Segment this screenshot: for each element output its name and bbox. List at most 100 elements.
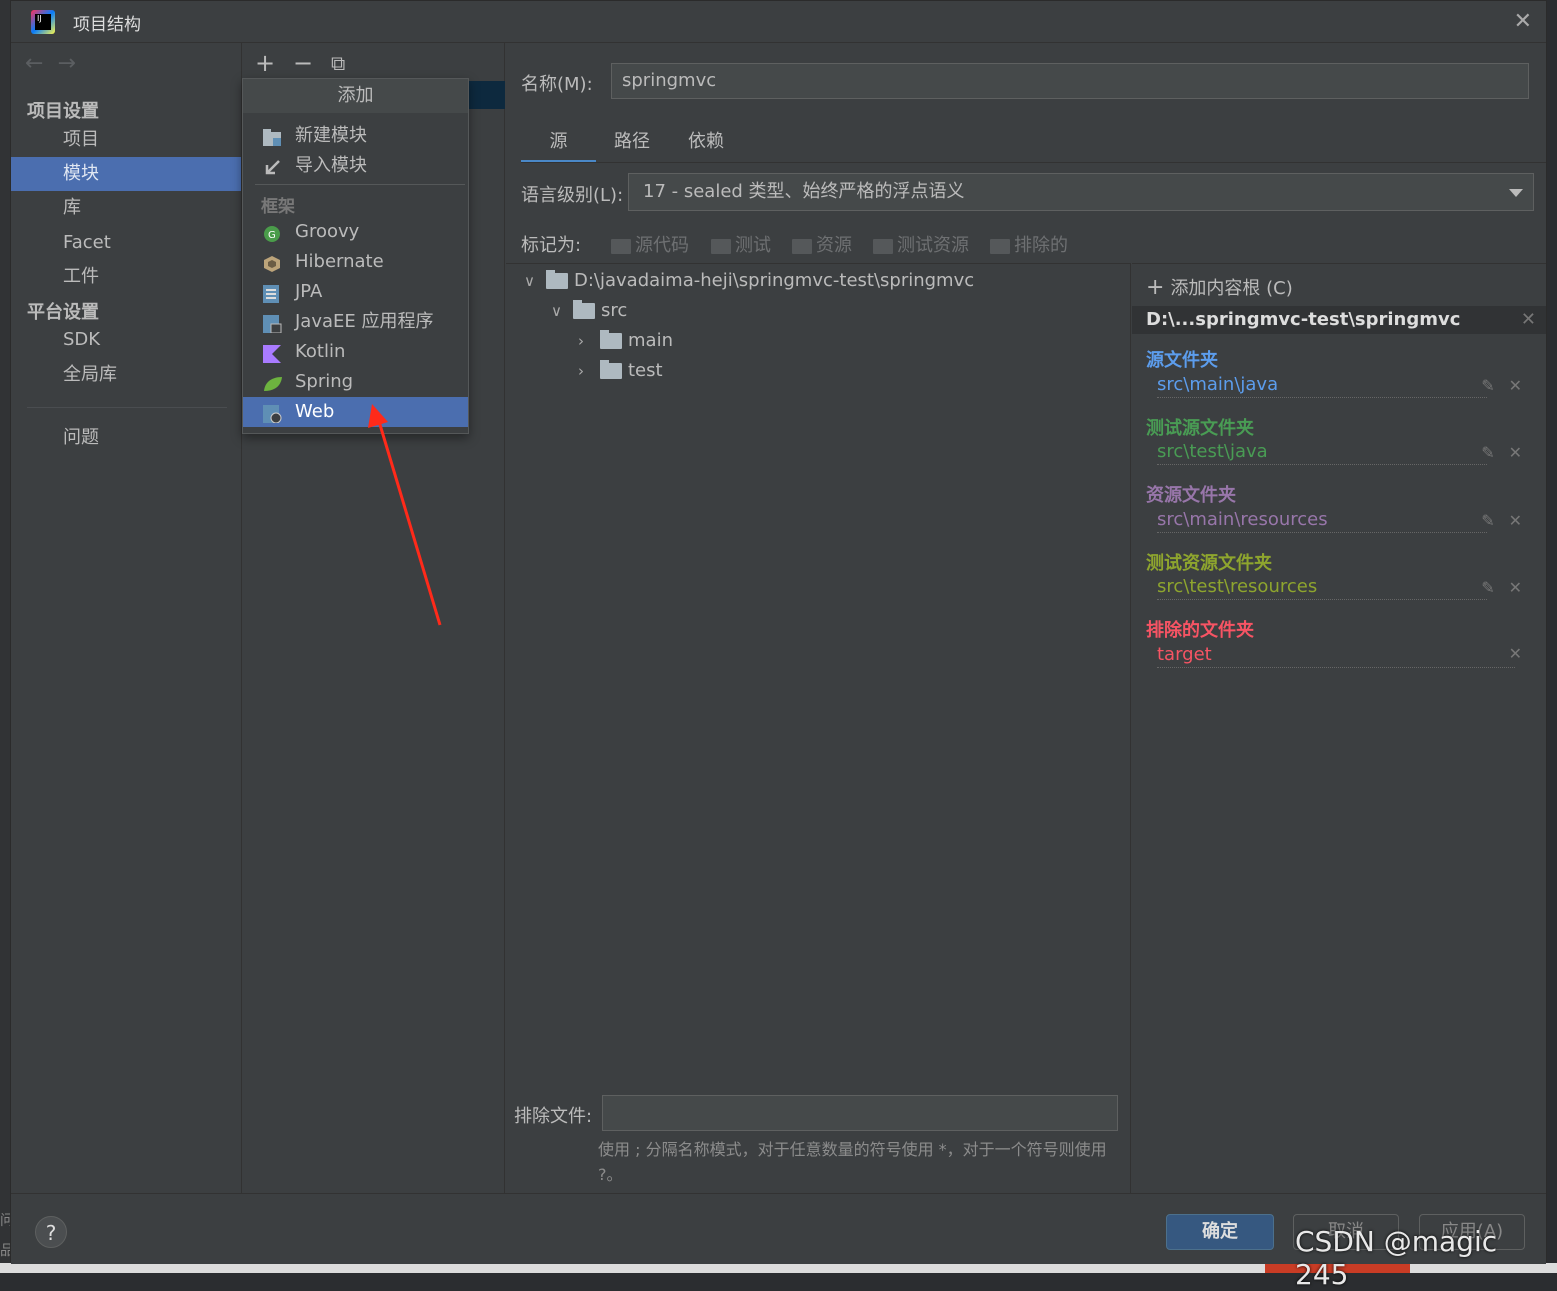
mark-tests-button[interactable]: 测试	[711, 231, 771, 257]
excluded-folder-path: target	[1157, 644, 1515, 668]
test-source-folders-title: 测试源文件夹	[1146, 418, 1254, 439]
sidebar-item-project[interactable]: 项目	[11, 123, 241, 157]
tree-label: D:\javadaima-heji\springmvc-test\springm…	[574, 270, 975, 291]
chevron-down-icon[interactable]: ∨	[551, 296, 573, 326]
ok-button[interactable]: 确定	[1166, 1214, 1274, 1250]
sidebar-item-global-libraries[interactable]: 全局库	[11, 358, 241, 392]
close-icon[interactable]: ✕	[1509, 376, 1536, 395]
edit-pencil-icon[interactable]: ✎	[1481, 443, 1508, 462]
resource-folder-path: src\main\resources	[1157, 509, 1487, 533]
chevron-down-icon	[1509, 189, 1523, 197]
folder-module-icon	[263, 127, 283, 146]
mark-sources-button[interactable]: 源代码	[611, 231, 689, 257]
folder-icon	[873, 238, 893, 254]
tab-dependencies[interactable]: 依赖	[676, 129, 736, 163]
menu-item-label: Kotlin	[295, 341, 346, 362]
tree-row-src[interactable]: ∨ src	[551, 296, 627, 326]
web-icon	[263, 403, 283, 424]
folder-icon	[546, 270, 568, 289]
language-level-select[interactable]: 17 - sealed 类型、始终严格的浮点语义	[628, 173, 1534, 211]
tab-paths[interactable]: 路径	[601, 129, 663, 163]
add-content-root-label: 添加内容根 (C)	[1170, 278, 1293, 299]
spring-leaf-icon	[263, 373, 283, 391]
folder-icon	[611, 238, 631, 254]
menu-item-label: Groovy	[295, 221, 360, 242]
project-settings-header: 项目设置	[27, 101, 99, 122]
menu-item-label: Spring	[295, 371, 354, 392]
chevron-down-icon[interactable]: ∨	[524, 266, 546, 296]
menu-item-javaee[interactable]: JavaEE 应用程序	[243, 307, 468, 337]
folder-actions: ✎✕	[1481, 511, 1536, 530]
folder-icon	[990, 238, 1010, 254]
back-arrow-icon[interactable]: ←	[25, 51, 57, 76]
help-button[interactable]: ?	[35, 1216, 67, 1248]
close-icon[interactable]: ✕	[1514, 9, 1532, 34]
tree-row-root[interactable]: ∨ D:\javadaima-heji\springmvc-test\spring…	[524, 266, 974, 296]
sidebar-item-facets[interactable]: Facet	[11, 226, 241, 260]
name-label: 名称(M):	[521, 74, 593, 95]
edit-pencil-icon[interactable]: ✎	[1481, 578, 1508, 597]
remove-module-button[interactable]: −	[293, 49, 313, 77]
mark-resources-button[interactable]: 资源	[792, 231, 852, 257]
menu-item-spring[interactable]: Spring	[243, 367, 468, 397]
close-icon[interactable]: ✕	[1521, 306, 1536, 334]
tree-row-test[interactable]: › test	[578, 356, 663, 386]
exclude-hint-text: 使用 ; 分隔名称模式，对于任意数量的符号使用 *，对于一个符号则使用 ?。	[598, 1140, 1107, 1184]
exclude-files-label: 排除文件:	[514, 1106, 593, 1127]
close-icon[interactable]: ✕	[1509, 644, 1536, 663]
menu-item-label: 新建模块	[295, 125, 367, 146]
sidebar-item-artifacts[interactable]: 工件	[11, 260, 241, 294]
resource-folders-title: 资源文件夹	[1146, 485, 1236, 506]
sidebar-item-problems[interactable]: 问题	[11, 421, 241, 455]
edit-pencil-icon[interactable]: ✎	[1481, 511, 1508, 530]
edit-pencil-icon[interactable]: ✎	[1481, 376, 1508, 395]
settings-sidebar: ←→ 项目设置 项目 模块 库 Facet 工件 平台设置 SDK 全局库 问题	[11, 43, 242, 1193]
menu-item-import-module[interactable]: 导入模块	[243, 151, 468, 181]
menu-item-hibernate[interactable]: Hibernate	[243, 247, 468, 277]
menu-item-label: 导入模块	[295, 155, 367, 176]
chevron-right-icon[interactable]: ›	[578, 326, 600, 356]
copy-module-button[interactable]: ⧉	[331, 51, 345, 75]
intellij-logo-icon: IJ	[31, 10, 55, 34]
folder-icon	[600, 360, 622, 379]
tree-row-main[interactable]: › main	[578, 326, 673, 356]
close-icon[interactable]: ✕	[1509, 511, 1536, 530]
menu-item-label: JPA	[295, 281, 323, 302]
nav-back-forward[interactable]: ←→	[25, 51, 90, 76]
test-resource-folder-path: src\test\resources	[1157, 576, 1487, 600]
selected-module-row[interactable]	[467, 81, 505, 109]
background-window-edge: 问品	[0, 0, 14, 1273]
menu-item-groovy[interactable]: G Groovy	[243, 217, 468, 247]
groovy-icon: G	[263, 223, 283, 242]
menu-item-kotlin[interactable]: Kotlin	[243, 337, 468, 367]
module-name-input[interactable]: springmvc	[611, 63, 1529, 99]
menu-item-new-module[interactable]: 新建模块	[243, 121, 468, 151]
chevron-right-icon[interactable]: ›	[578, 356, 600, 386]
module-detail-panel: 名称(M): springmvc 源 路径 依赖 语言级别(L): 17 - s…	[506, 43, 1546, 1193]
menu-item-web[interactable]: Web	[243, 397, 468, 427]
import-arrow-icon	[263, 157, 283, 175]
tab-sources[interactable]: 源	[521, 129, 596, 163]
add-content-root-button[interactable]: + 添加内容根 (C)	[1146, 274, 1293, 300]
folder-actions: ✎✕	[1481, 443, 1536, 462]
sidebar-item-modules[interactable]: 模块	[11, 157, 241, 191]
test-resource-folders-title: 测试资源文件夹	[1146, 553, 1272, 574]
mark-excluded-button[interactable]: 排除的	[990, 231, 1068, 257]
sidebar-item-sdk[interactable]: SDK	[11, 323, 241, 357]
mark-test-resources-button[interactable]: 测试资源	[873, 231, 969, 257]
close-icon[interactable]: ✕	[1509, 578, 1536, 597]
folder-tree: ∨ D:\javadaima-heji\springmvc-test\spring…	[506, 263, 1131, 1193]
forward-arrow-icon[interactable]: →	[57, 51, 89, 76]
sidebar-item-libraries[interactable]: 库	[11, 191, 241, 225]
mark-label: 资源	[816, 235, 852, 256]
kotlin-icon	[263, 343, 283, 363]
close-icon[interactable]: ✕	[1509, 443, 1536, 462]
root-path-label: D:\...springmvc-test\springmvc	[1146, 309, 1461, 330]
source-folders-title: 源文件夹	[1146, 350, 1218, 371]
menu-item-jpa[interactable]: JPA	[243, 277, 468, 307]
popup-title: 添加	[243, 79, 468, 113]
add-module-button[interactable]: +	[255, 49, 275, 77]
exclude-files-input[interactable]	[602, 1095, 1118, 1131]
folder-actions: ✕	[1509, 644, 1536, 663]
folder-actions: ✎✕	[1481, 578, 1536, 597]
